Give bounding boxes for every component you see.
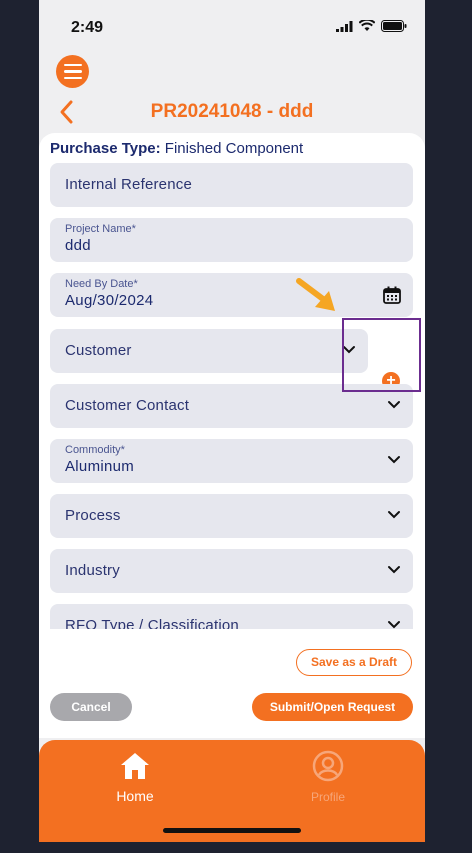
menu-icon-bar [63, 76, 82, 80]
tab-profile-label: Profile [310, 790, 345, 804]
form-card: Purchase Type: Finished Component Intern… [39, 133, 425, 738]
chevron-down-icon [388, 621, 400, 629]
tab-profile[interactable]: Profile [268, 750, 388, 804]
battery-icon [381, 20, 407, 32]
chevron-down-icon [388, 511, 400, 519]
internal-reference-placeholder: Internal Reference [65, 176, 193, 193]
purchase-type-value: Finished Component [164, 140, 304, 157]
signal-icon [336, 20, 353, 32]
project-name-label: Project Name* [65, 223, 136, 235]
chevron-down-icon [343, 346, 355, 354]
customer-placeholder: Customer [65, 342, 132, 359]
cancel-button[interactable]: Cancel [50, 693, 132, 721]
need-by-date-field[interactable]: Need By Date* Aug/30/2024 [50, 273, 413, 317]
status-time: 2:49 [71, 19, 104, 36]
page-title: PR20241048 - ddd [150, 101, 314, 122]
profile-icon [312, 750, 344, 782]
rfq-type-dropdown[interactable]: RFQ Type / Classification [50, 604, 413, 629]
submit-button[interactable]: Submit/Open Request [252, 693, 413, 721]
need-by-date-label: Need By Date* [65, 278, 138, 290]
annotation-arrow-icon [296, 278, 335, 311]
wifi-icon [359, 20, 375, 31]
home-icon [121, 753, 149, 779]
calendar-icon[interactable] [383, 286, 401, 304]
customer-contact-dropdown[interactable]: Customer Contact [50, 384, 413, 428]
purchase-type-label: Purchase Type: [50, 140, 161, 157]
chevron-down-icon [388, 456, 400, 464]
rfq-type-placeholder: RFQ Type / Classification [65, 617, 239, 629]
form-scroll-area[interactable]: Internal Reference Project Name* ddd Nee… [39, 163, 425, 629]
process-dropdown[interactable]: Process [50, 494, 413, 538]
customer-contact-placeholder: Customer Contact [65, 397, 190, 414]
save-draft-button[interactable]: Save as a Draft [296, 649, 412, 676]
purchase-type: Purchase Type: Finished Component [50, 140, 303, 157]
industry-dropdown[interactable]: Industry [50, 549, 413, 593]
commodity-label: Commodity* [65, 444, 125, 456]
status-bar: 2:49 [39, 0, 425, 56]
chevron-down-icon [388, 566, 400, 574]
bottom-tab-bar: Home Profile [39, 740, 425, 842]
phone-screen: 2:49 PR20241048 - ddd Purchase Type: Fin… [39, 0, 425, 842]
tab-home-label: Home [116, 788, 154, 804]
commodity-dropdown[interactable]: Commodity* Aluminum [50, 439, 413, 483]
internal-reference-field[interactable]: Internal Reference [50, 163, 413, 207]
menu-button[interactable] [56, 55, 89, 88]
industry-placeholder: Industry [65, 562, 120, 579]
customer-dropdown[interactable]: Customer [50, 329, 368, 373]
process-placeholder: Process [65, 507, 121, 524]
home-indicator [163, 828, 301, 833]
chevron-down-icon [388, 401, 400, 409]
need-by-date-value: Aug/30/2024 [65, 292, 154, 309]
project-name-value: ddd [65, 237, 91, 254]
menu-icon-bar [63, 63, 82, 67]
tab-home[interactable]: Home [75, 750, 195, 804]
project-name-field[interactable]: Project Name* ddd [50, 218, 413, 262]
menu-icon-bar [63, 70, 82, 73]
status-icons [336, 20, 407, 32]
commodity-value: Aluminum [65, 458, 135, 475]
